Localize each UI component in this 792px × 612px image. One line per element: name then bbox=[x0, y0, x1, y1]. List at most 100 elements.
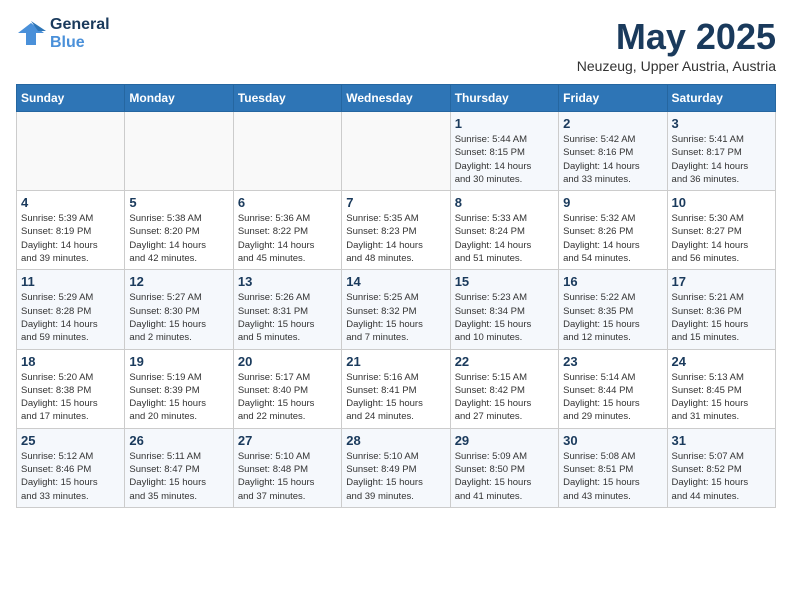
calendar-cell: 17Sunrise: 5:21 AM Sunset: 8:36 PM Dayli… bbox=[667, 270, 775, 349]
calendar-week-row: 18 Sunrise: 5:20 AM Sunset: 8:38 PM Dayli… bbox=[17, 349, 776, 428]
day-number: 5 bbox=[129, 195, 228, 210]
calendar-week-row: 11 Sunrise: 5:29 AM Sunset: 8:28 PM Dayli… bbox=[17, 270, 776, 349]
calendar-cell: 8Sunrise: 5:33 AM Sunset: 8:24 PM Daylig… bbox=[450, 191, 558, 270]
calendar-cell: 29 Sunrise: 5:09 AM Sunset: 8:50 PM Dayli… bbox=[450, 428, 558, 507]
calendar-table: SundayMondayTuesdayWednesdayThursdayFrid… bbox=[16, 84, 776, 508]
day-number: 27 bbox=[238, 433, 337, 448]
month-title: May 2025 bbox=[577, 16, 776, 58]
weekday-header: Monday bbox=[125, 85, 233, 112]
day-info: Sunrise: 5:11 AM Sunset: 8:47 PM Dayligh… bbox=[129, 450, 228, 503]
day-number: 23 bbox=[563, 354, 662, 369]
calendar-cell bbox=[233, 112, 341, 191]
calendar-cell: 19Sunrise: 5:19 AM Sunset: 8:39 PM Dayli… bbox=[125, 349, 233, 428]
weekday-header: Wednesday bbox=[342, 85, 450, 112]
day-info: Sunrise: 5:36 AM Sunset: 8:22 PM Dayligh… bbox=[238, 212, 337, 265]
logo-text-line2: Blue bbox=[50, 34, 110, 52]
day-number: 19 bbox=[129, 354, 228, 369]
day-number: 22 bbox=[455, 354, 554, 369]
day-number: 28 bbox=[346, 433, 445, 448]
calendar-cell bbox=[342, 112, 450, 191]
logo: General Blue bbox=[16, 16, 110, 51]
day-info: Sunrise: 5:07 AM Sunset: 8:52 PM Dayligh… bbox=[672, 450, 771, 503]
day-number: 31 bbox=[672, 433, 771, 448]
day-info: Sunrise: 5:13 AM Sunset: 8:45 PM Dayligh… bbox=[672, 371, 771, 424]
calendar-header-row: SundayMondayTuesdayWednesdayThursdayFrid… bbox=[17, 85, 776, 112]
calendar-cell: 14Sunrise: 5:25 AM Sunset: 8:32 PM Dayli… bbox=[342, 270, 450, 349]
calendar-cell: 20 Sunrise: 5:17 AM Sunset: 8:40 PM Dayli… bbox=[233, 349, 341, 428]
day-info: Sunrise: 5:09 AM Sunset: 8:50 PM Dayligh… bbox=[455, 450, 554, 503]
calendar-cell: 13Sunrise: 5:26 AM Sunset: 8:31 PM Dayli… bbox=[233, 270, 341, 349]
day-number: 11 bbox=[21, 274, 120, 289]
calendar-cell: 3 Sunrise: 5:41 AM Sunset: 8:17 PM Daylig… bbox=[667, 112, 775, 191]
day-number: 6 bbox=[238, 195, 337, 210]
day-number: 1 bbox=[455, 116, 554, 131]
day-info: Sunrise: 5:29 AM Sunset: 8:28 PM Dayligh… bbox=[21, 291, 120, 344]
calendar-cell: 31 Sunrise: 5:07 AM Sunset: 8:52 PM Dayli… bbox=[667, 428, 775, 507]
day-number: 12 bbox=[129, 274, 228, 289]
day-number: 15 bbox=[455, 274, 554, 289]
day-info: Sunrise: 5:10 AM Sunset: 8:49 PM Dayligh… bbox=[346, 450, 445, 503]
calendar-cell: 18 Sunrise: 5:20 AM Sunset: 8:38 PM Dayli… bbox=[17, 349, 125, 428]
logo-text-line1: General bbox=[50, 16, 110, 34]
location-subtitle: Neuzeug, Upper Austria, Austria bbox=[577, 58, 776, 74]
day-info: Sunrise: 5:14 AM Sunset: 8:44 PM Dayligh… bbox=[563, 371, 662, 424]
day-number: 26 bbox=[129, 433, 228, 448]
calendar-cell: 7Sunrise: 5:35 AM Sunset: 8:23 PM Daylig… bbox=[342, 191, 450, 270]
calendar-cell: 6 Sunrise: 5:36 AM Sunset: 8:22 PM Daylig… bbox=[233, 191, 341, 270]
calendar-cell: 12 Sunrise: 5:27 AM Sunset: 8:30 PM Dayli… bbox=[125, 270, 233, 349]
day-info: Sunrise: 5:23 AM Sunset: 8:34 PM Dayligh… bbox=[455, 291, 554, 344]
day-number: 25 bbox=[21, 433, 120, 448]
day-info: Sunrise: 5:20 AM Sunset: 8:38 PM Dayligh… bbox=[21, 371, 120, 424]
day-number: 17 bbox=[672, 274, 771, 289]
calendar-cell: 21 Sunrise: 5:16 AM Sunset: 8:41 PM Dayli… bbox=[342, 349, 450, 428]
weekday-header: Sunday bbox=[17, 85, 125, 112]
calendar-cell: 15 Sunrise: 5:23 AM Sunset: 8:34 PM Dayli… bbox=[450, 270, 558, 349]
calendar-week-row: 25 Sunrise: 5:12 AM Sunset: 8:46 PM Dayli… bbox=[17, 428, 776, 507]
calendar-cell: 9 Sunrise: 5:32 AM Sunset: 8:26 PM Daylig… bbox=[559, 191, 667, 270]
day-number: 18 bbox=[21, 354, 120, 369]
day-info: Sunrise: 5:41 AM Sunset: 8:17 PM Dayligh… bbox=[672, 133, 771, 186]
calendar-cell: 1 Sunrise: 5:44 AM Sunset: 8:15 PM Daylig… bbox=[450, 112, 558, 191]
day-info: Sunrise: 5:08 AM Sunset: 8:51 PM Dayligh… bbox=[563, 450, 662, 503]
calendar-cell: 26 Sunrise: 5:11 AM Sunset: 8:47 PM Dayli… bbox=[125, 428, 233, 507]
day-info: Sunrise: 5:22 AM Sunset: 8:35 PM Dayligh… bbox=[563, 291, 662, 344]
day-number: 10 bbox=[672, 195, 771, 210]
day-info: Sunrise: 5:12 AM Sunset: 8:46 PM Dayligh… bbox=[21, 450, 120, 503]
day-number: 16 bbox=[563, 274, 662, 289]
day-number: 30 bbox=[563, 433, 662, 448]
day-number: 2 bbox=[563, 116, 662, 131]
day-number: 29 bbox=[455, 433, 554, 448]
day-info: Sunrise: 5:16 AM Sunset: 8:41 PM Dayligh… bbox=[346, 371, 445, 424]
calendar-cell: 28 Sunrise: 5:10 AM Sunset: 8:49 PM Dayli… bbox=[342, 428, 450, 507]
day-info: Sunrise: 5:10 AM Sunset: 8:48 PM Dayligh… bbox=[238, 450, 337, 503]
weekday-header: Friday bbox=[559, 85, 667, 112]
calendar-cell: 2 Sunrise: 5:42 AM Sunset: 8:16 PM Daylig… bbox=[559, 112, 667, 191]
day-number: 9 bbox=[563, 195, 662, 210]
calendar-cell: 27 Sunrise: 5:10 AM Sunset: 8:48 PM Dayli… bbox=[233, 428, 341, 507]
calendar-cell: 10Sunrise: 5:30 AM Sunset: 8:27 PM Dayli… bbox=[667, 191, 775, 270]
day-number: 21 bbox=[346, 354, 445, 369]
logo-icon bbox=[16, 19, 46, 49]
day-number: 4 bbox=[21, 195, 120, 210]
calendar-cell bbox=[125, 112, 233, 191]
calendar-cell: 24Sunrise: 5:13 AM Sunset: 8:45 PM Dayli… bbox=[667, 349, 775, 428]
calendar-week-row: 4Sunrise: 5:39 AM Sunset: 8:19 PM Daylig… bbox=[17, 191, 776, 270]
calendar-cell: 5Sunrise: 5:38 AM Sunset: 8:20 PM Daylig… bbox=[125, 191, 233, 270]
day-info: Sunrise: 5:32 AM Sunset: 8:26 PM Dayligh… bbox=[563, 212, 662, 265]
weekday-header: Saturday bbox=[667, 85, 775, 112]
day-number: 20 bbox=[238, 354, 337, 369]
calendar-cell: 23 Sunrise: 5:14 AM Sunset: 8:44 PM Dayli… bbox=[559, 349, 667, 428]
day-info: Sunrise: 5:44 AM Sunset: 8:15 PM Dayligh… bbox=[455, 133, 554, 186]
day-info: Sunrise: 5:25 AM Sunset: 8:32 PM Dayligh… bbox=[346, 291, 445, 344]
calendar-title-block: May 2025 Neuzeug, Upper Austria, Austria bbox=[577, 16, 776, 74]
calendar-cell: 25 Sunrise: 5:12 AM Sunset: 8:46 PM Dayli… bbox=[17, 428, 125, 507]
calendar-cell: 16 Sunrise: 5:22 AM Sunset: 8:35 PM Dayli… bbox=[559, 270, 667, 349]
day-number: 7 bbox=[346, 195, 445, 210]
day-info: Sunrise: 5:42 AM Sunset: 8:16 PM Dayligh… bbox=[563, 133, 662, 186]
weekday-header: Thursday bbox=[450, 85, 558, 112]
day-info: Sunrise: 5:17 AM Sunset: 8:40 PM Dayligh… bbox=[238, 371, 337, 424]
calendar-cell: 11 Sunrise: 5:29 AM Sunset: 8:28 PM Dayli… bbox=[17, 270, 125, 349]
day-info: Sunrise: 5:27 AM Sunset: 8:30 PM Dayligh… bbox=[129, 291, 228, 344]
day-info: Sunrise: 5:15 AM Sunset: 8:42 PM Dayligh… bbox=[455, 371, 554, 424]
day-number: 3 bbox=[672, 116, 771, 131]
